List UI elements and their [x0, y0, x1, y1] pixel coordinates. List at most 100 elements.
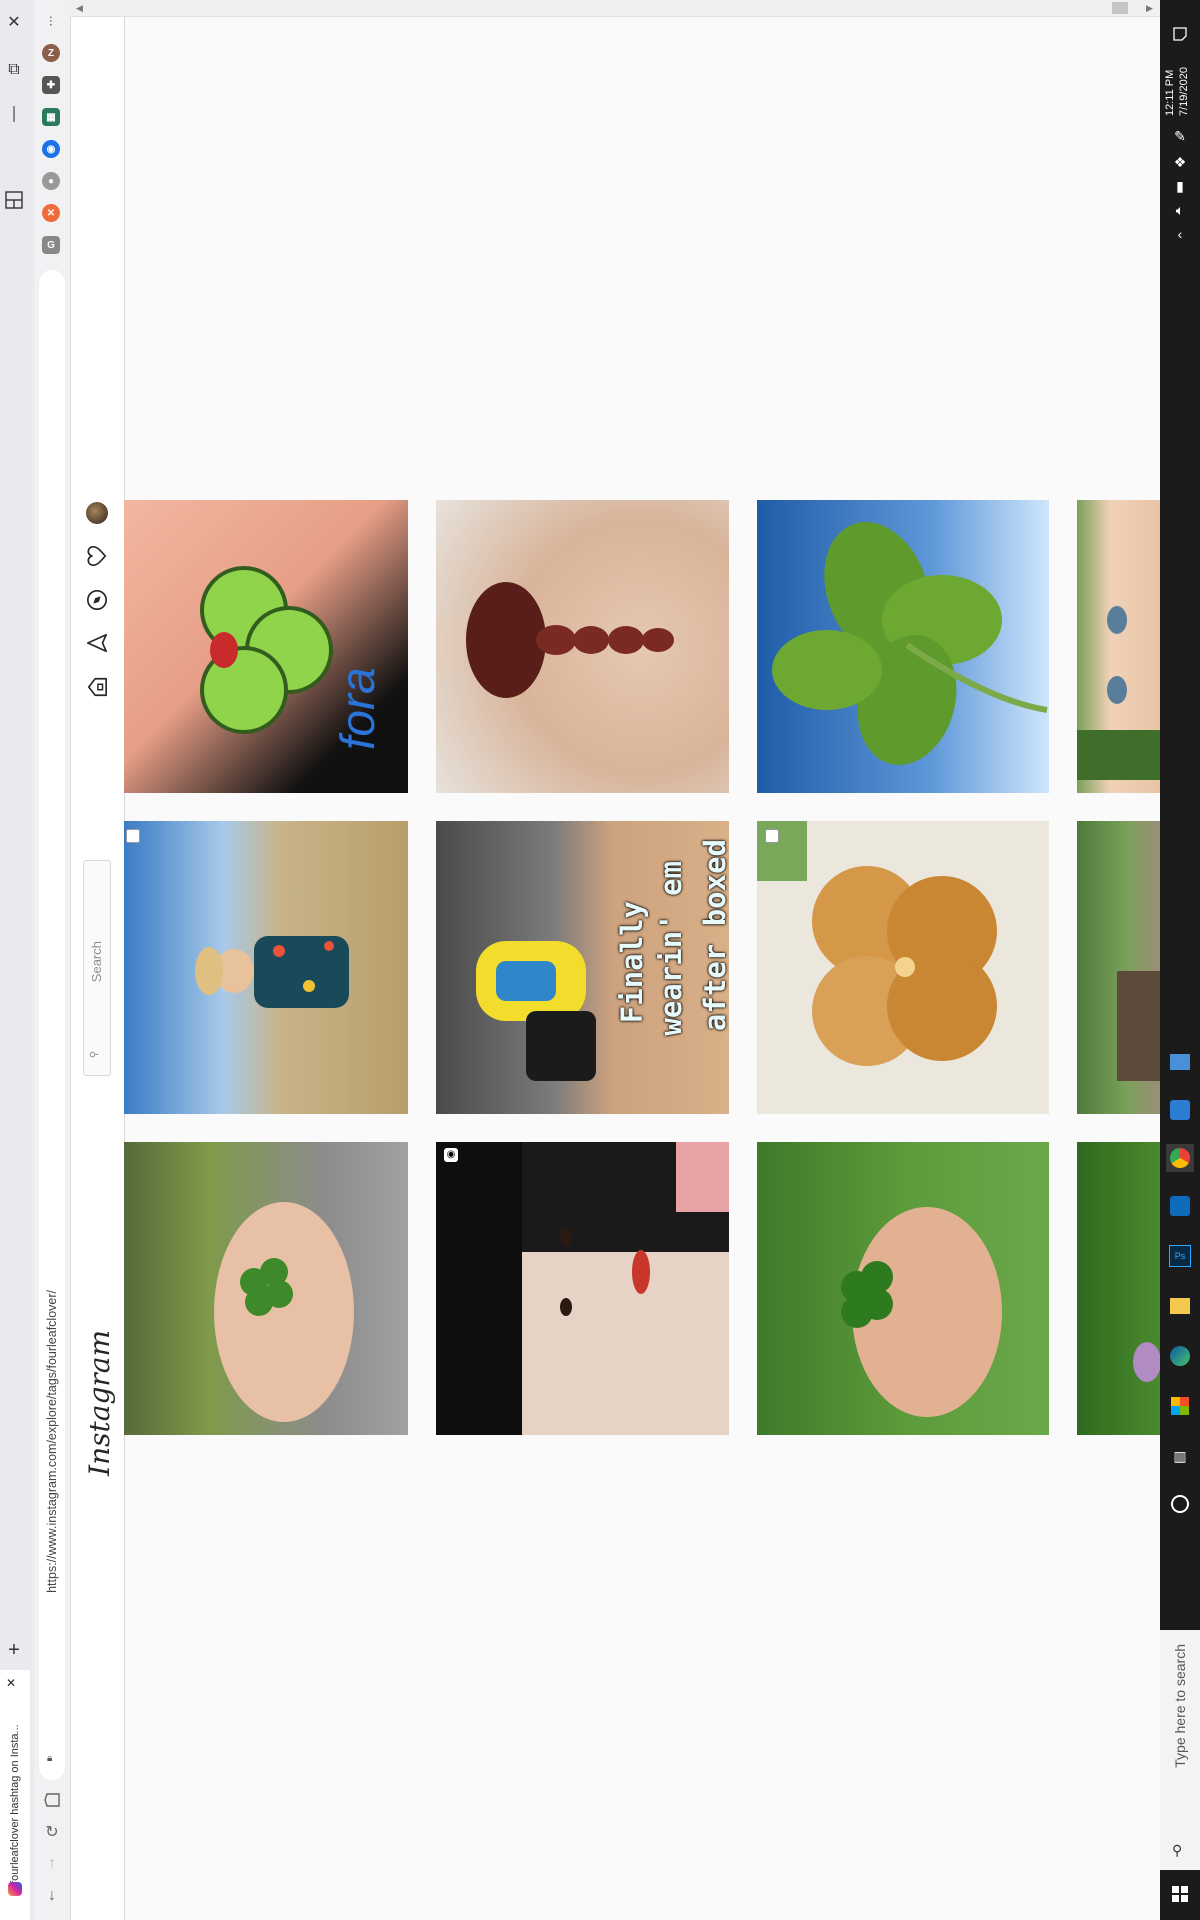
pen-icon[interactable]: ✎ — [1166, 122, 1194, 150]
tab-close-button[interactable]: ✕ — [6, 1676, 16, 1690]
windows-logo-icon — [1172, 1886, 1188, 1902]
post-caption-line-2: wearin' em — [654, 861, 688, 1036]
post-gold-clover-dish[interactable] — [757, 821, 1049, 1114]
taskbar-search-placeholder: Type here to search — [1172, 1644, 1188, 1768]
search-input[interactable]: Search ⚲ — [83, 860, 111, 1076]
menu-button[interactable]: ··· — [40, 8, 64, 32]
instagram-nav: Search ⚲ Instagram — [71, 0, 125, 1920]
tab-title: #fourleafclover hashtag on Insta... — [9, 1724, 21, 1890]
windows-taskbar: 12:11 PM 7/19/2020 ✎ ❖ ▮ 🔈︎ ‹ Ps ▥ Type … — [1160, 0, 1200, 1920]
taskbar-outlook[interactable] — [1166, 1192, 1194, 1220]
profile-avatar[interactable] — [84, 500, 110, 526]
extension-3-icon[interactable]: ● — [42, 172, 60, 190]
back-button[interactable]: ↓ — [40, 1884, 64, 1908]
activity-button[interactable] — [84, 543, 110, 569]
restore-icon: ⧉ — [8, 61, 20, 78]
window-minimize-button[interactable]: — — [0, 100, 28, 128]
post-girl-beach[interactable] — [124, 821, 408, 1114]
taskbar-app-2[interactable] — [1166, 1096, 1194, 1124]
taskbar-app-1[interactable] — [1166, 1048, 1194, 1076]
post-caption-overlay: Finally — [615, 901, 649, 1024]
taskbar-explorer[interactable] — [1166, 1292, 1194, 1320]
close-icon: ✕ — [6, 1676, 17, 1690]
post-face-partial[interactable] — [1077, 500, 1160, 793]
horizontal-scrollbar[interactable]: ◀ ▶ — [70, 0, 1160, 17]
post-hand-clover-2[interactable] — [757, 1142, 1049, 1435]
post-tattoo-hand[interactable]: fora — [124, 500, 408, 793]
post-braided-hair[interactable] — [436, 500, 729, 793]
scroll-left-icon[interactable]: ◀ — [76, 3, 83, 14]
clock[interactable]: 12:11 PM — [1164, 56, 1177, 116]
instagram-favicon-icon — [8, 1882, 22, 1896]
active-tab[interactable]: ✕ #fourleafclover hashtag on Insta... — [0, 1670, 30, 1920]
taskbar-chrome[interactable] — [1166, 1144, 1194, 1172]
forward-button[interactable]: ↑ — [40, 1852, 64, 1876]
clover-hand-icon — [214, 1202, 354, 1422]
carousel-icon — [126, 829, 140, 843]
home-button[interactable] — [40, 1788, 64, 1812]
app-grid-icon — [1170, 1054, 1190, 1070]
search-icon: ⚲ — [89, 1050, 101, 1059]
lock-icon: 🔒︎ — [47, 1753, 53, 1764]
scroll-right-icon[interactable]: ▶ — [1146, 3, 1153, 14]
profile-avatar[interactable]: Z — [42, 44, 60, 62]
post-hand-clover-1[interactable] — [124, 1142, 408, 1435]
taskbar-store[interactable] — [1166, 1392, 1194, 1420]
carousel-icon — [765, 829, 779, 843]
gold-clover-icon — [757, 821, 997, 1066]
settings-app-icon — [1170, 1100, 1190, 1120]
plus-icon: + — [8, 1638, 20, 1661]
minimize-icon: — — [6, 106, 23, 122]
post-sky-clover[interactable] — [757, 500, 1049, 793]
start-button[interactable] — [1166, 1880, 1194, 1908]
explore-button[interactable] — [84, 587, 110, 613]
heart-icon — [87, 546, 107, 566]
search-icon: ⚲ — [1172, 1842, 1183, 1858]
action-center-button[interactable] — [1166, 20, 1194, 48]
more-icon: ··· — [44, 14, 60, 26]
extension-1-icon[interactable]: ▦ — [42, 108, 60, 126]
search-placeholder: Search — [89, 941, 104, 983]
post-leaves-partial[interactable] — [1077, 1142, 1160, 1435]
post-house-partial[interactable] — [1077, 821, 1160, 1114]
sidebar-toggle-button[interactable] — [0, 186, 28, 214]
compass-icon — [87, 590, 107, 610]
photoshop-icon: Ps — [1169, 1245, 1191, 1267]
window-restore-button[interactable]: ⧉ — [0, 56, 28, 84]
notification-icon — [1173, 27, 1187, 41]
address-bar[interactable]: https://www.instagram.com/explore/tags/f… — [39, 270, 65, 1780]
chrome-icon — [1170, 1148, 1190, 1168]
cortana-button[interactable] — [1166, 1490, 1194, 1518]
clover-hand-icon — [841, 1207, 1002, 1417]
hair-icon — [466, 582, 674, 698]
taskbar-search-box[interactable]: Type here to search ⚲ — [1160, 1630, 1200, 1870]
extension-2-icon[interactable]: ◉ — [42, 140, 60, 158]
extension-5-icon[interactable]: G — [42, 236, 60, 254]
sidebar-icon — [5, 191, 23, 209]
instagram-logo[interactable]: Instagram — [83, 1330, 116, 1476]
home-icon — [87, 677, 107, 697]
extension-4-icon[interactable]: ✕ — [42, 204, 60, 222]
cortana-icon — [1171, 1495, 1189, 1513]
svg-text:fora: fora — [332, 667, 385, 750]
tab-strip: ✕ ⧉ — + ✕ #fourleafclover hashtag on Ins… — [0, 0, 35, 1920]
close-icon: ✕ — [7, 14, 21, 31]
avatar-icon — [86, 502, 108, 524]
task-view-button[interactable]: ▥ — [1166, 1442, 1194, 1470]
direct-button[interactable] — [84, 630, 110, 656]
taskbar-photoshop[interactable]: Ps — [1166, 1242, 1194, 1270]
home-button[interactable] — [84, 674, 110, 700]
window-close-button[interactable]: ✕ — [0, 8, 28, 36]
chevron-up-icon[interactable]: ‹ — [1166, 220, 1194, 248]
extensions-icon[interactable]: ✚ — [42, 76, 60, 94]
paper-plane-icon — [87, 633, 107, 653]
reload-icon: ↻ — [45, 1824, 59, 1841]
video-indicator-icon: ◉ — [444, 1148, 458, 1162]
post-sneakers-boxed[interactable]: Finally wearin' em after boxed — [436, 821, 729, 1114]
clock-time: 12:11 PM — [1164, 69, 1176, 116]
new-tab-button[interactable]: + — [0, 1636, 28, 1664]
taskbar-edge[interactable] — [1166, 1342, 1194, 1370]
reload-button[interactable]: ↻ — [40, 1820, 64, 1844]
scrollbar-thumb[interactable] — [1112, 2, 1128, 14]
post-selfie-video[interactable]: ◉ — [436, 1142, 729, 1435]
